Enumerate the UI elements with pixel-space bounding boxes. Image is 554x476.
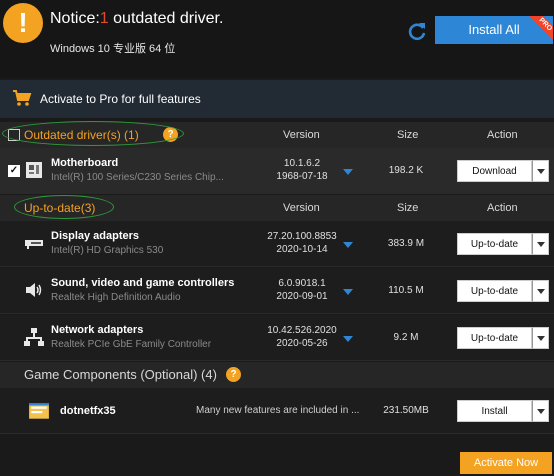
outdated-section-header: Outdated driver(s) (1) ? Version Size Ac… bbox=[0, 121, 554, 148]
version-dropdown-icon[interactable] bbox=[343, 289, 353, 295]
highlight-circle bbox=[2, 121, 184, 146]
up-to-date-button[interactable]: Up-to-date bbox=[457, 233, 532, 255]
warning-icon: ! bbox=[3, 3, 43, 43]
device-name: Sound, video and game controllers bbox=[51, 277, 235, 289]
col-version: Version bbox=[283, 129, 320, 141]
refresh-icon[interactable] bbox=[406, 20, 428, 42]
action-dropdown-button[interactable] bbox=[532, 327, 549, 349]
pro-badge: PRO bbox=[527, 16, 553, 43]
os-info: Windows 10 专业版 64 位 bbox=[50, 43, 176, 55]
device-model: Realtek High Definition Audio bbox=[51, 292, 181, 303]
driver-size: 110.5 M bbox=[388, 285, 424, 296]
driver-version: 27.20.100.8853 2020-10-14 bbox=[267, 231, 337, 255]
table-row[interactable]: Sound, video and game controllers Realte… bbox=[0, 268, 554, 314]
device-model: Intel(R) 100 Series/C230 Series Chip... bbox=[51, 172, 224, 183]
promo-text: Activate to Pro for full features bbox=[40, 92, 201, 106]
action-dropdown-button[interactable] bbox=[532, 233, 549, 255]
speaker-icon bbox=[26, 283, 42, 297]
col-size: Size bbox=[397, 129, 419, 141]
component-size: 231.50MB bbox=[383, 405, 429, 416]
col-size: Size bbox=[397, 202, 419, 214]
driver-version: 6.0.9018.1 2020-09-01 bbox=[276, 278, 328, 302]
version-dropdown-icon[interactable] bbox=[343, 169, 353, 175]
game-section-title: Game Components (Optional) (4) bbox=[24, 367, 217, 382]
uptodate-section-header: Up-to-date(3) Version Size Action bbox=[0, 195, 554, 221]
activate-pro-banner[interactable]: Activate to Pro for full features bbox=[0, 80, 554, 118]
install-button[interactable]: Install bbox=[457, 400, 532, 422]
device-model: Realtek PCIe GbE Family Controller bbox=[51, 339, 212, 350]
table-row[interactable]: Display adapters Intel(R) HD Graphics 53… bbox=[0, 221, 554, 267]
cart-icon bbox=[13, 90, 32, 106]
row-checkbox[interactable]: ✓ bbox=[8, 165, 20, 177]
display-adapter-icon bbox=[25, 240, 43, 249]
header-bar: ! Notice:1 outdated driver. Windows 10 专… bbox=[0, 0, 554, 78]
highlight-circle bbox=[14, 195, 114, 219]
device-name: Network adapters bbox=[51, 324, 144, 336]
driver-size: 9.2 M bbox=[393, 332, 419, 343]
component-description: Many new features are included in ... bbox=[196, 405, 360, 416]
driver-version: 10.1.6.2 1968-07-18 bbox=[276, 158, 328, 182]
table-row[interactable]: ✓ Motherboard Intel(R) 100 Series/C230 S… bbox=[0, 148, 554, 194]
up-to-date-button[interactable]: Up-to-date bbox=[457, 327, 532, 349]
driver-size: 198.2 K bbox=[388, 165, 424, 176]
device-model: Intel(R) HD Graphics 530 bbox=[51, 245, 164, 256]
game-section-header: Game Components (Optional) (4) ? bbox=[0, 362, 554, 388]
activate-now-button[interactable]: Activate Now bbox=[460, 452, 552, 474]
col-version: Version bbox=[283, 202, 320, 214]
outdated-count: 1 bbox=[99, 10, 109, 27]
driver-version: 10.42.526.2020 2020-05-26 bbox=[267, 325, 337, 349]
driver-size: 383.9 M bbox=[387, 238, 425, 249]
dotnet-icon bbox=[29, 403, 49, 419]
col-action: Action bbox=[487, 202, 518, 214]
device-name: Display adapters bbox=[51, 230, 140, 242]
download-button[interactable]: Download bbox=[457, 160, 532, 182]
col-action: Action bbox=[487, 129, 518, 141]
action-dropdown-button[interactable] bbox=[532, 160, 549, 182]
up-to-date-button[interactable]: Up-to-date bbox=[457, 280, 532, 302]
help-icon[interactable]: ? bbox=[226, 367, 241, 382]
install-all-button[interactable]: Install All PRO bbox=[435, 16, 553, 44]
network-icon bbox=[24, 328, 44, 346]
component-name: dotnetfx35 bbox=[60, 405, 116, 417]
table-row[interactable]: Network adapters Realtek PCIe GbE Family… bbox=[0, 315, 554, 361]
action-dropdown-button[interactable] bbox=[532, 280, 549, 302]
notice-title: Notice:1 outdated driver. bbox=[50, 10, 224, 27]
motherboard-icon bbox=[26, 162, 42, 178]
version-dropdown-icon[interactable] bbox=[343, 242, 353, 248]
version-dropdown-icon[interactable] bbox=[343, 336, 353, 342]
action-dropdown-button[interactable] bbox=[532, 400, 549, 422]
table-row[interactable]: dotnetfx35 Many new features are include… bbox=[0, 388, 554, 434]
device-name: Motherboard bbox=[51, 157, 119, 169]
